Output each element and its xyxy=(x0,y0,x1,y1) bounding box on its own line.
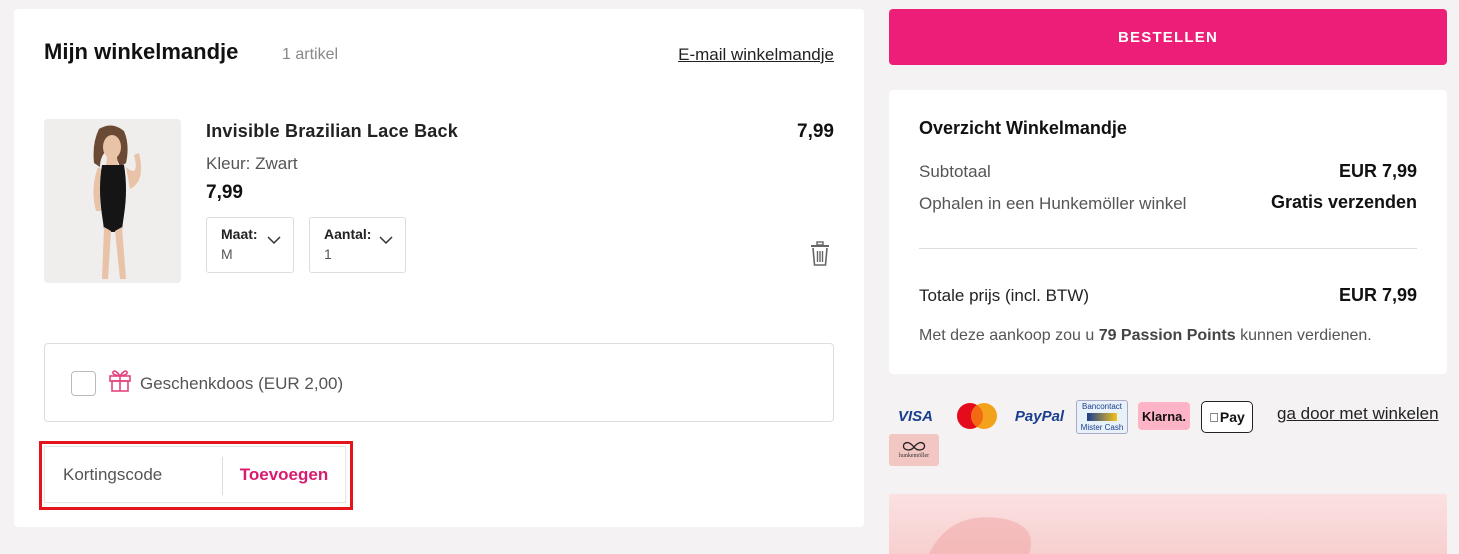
size-select[interactable]: Maat: M xyxy=(206,217,294,273)
size-value: M xyxy=(221,246,233,262)
total-value: EUR 7,99 xyxy=(1338,285,1417,305)
cart-summary-panel: Overzicht Winkelmandje Subtotaal EUR 7,9… xyxy=(889,90,1447,374)
klarna-logo: Klarna. xyxy=(1138,402,1190,430)
discount-code-form: Toevoegen xyxy=(44,446,346,503)
chevron-down-icon xyxy=(379,236,393,245)
gift-box-option: Geschenkdoos (EUR 2,00) xyxy=(44,343,834,422)
mastercard-logo xyxy=(952,400,1002,432)
order-button[interactable]: BESTELLEN xyxy=(889,9,1447,65)
promo-banner xyxy=(889,494,1447,554)
product-price: 7,99 xyxy=(206,182,243,203)
add-discount-button[interactable]: Toevoegen xyxy=(223,447,345,502)
passion-points: 79 Passion Points xyxy=(1098,327,1236,344)
pickup-label: Ophalen in een Hunkemöller winkel xyxy=(919,194,1187,213)
pickup-value: Gratis verzenden xyxy=(1270,192,1417,212)
chevron-down-icon xyxy=(267,236,281,245)
cart-panel: Mijn winkelmandje 1 artikel E-mail winke… xyxy=(14,9,864,527)
summary-title: Overzicht Winkelmandje xyxy=(919,118,1127,138)
quantity-value: 1 xyxy=(324,246,332,262)
gift-icon xyxy=(109,370,131,392)
product-image[interactable] xyxy=(44,119,181,283)
product-color: Kleur: Zwart xyxy=(206,154,298,173)
subtotal-label: Subtotaal xyxy=(919,162,991,181)
divider xyxy=(919,248,1417,249)
gift-checkbox[interactable] xyxy=(71,371,96,396)
passion-points-text: Met deze aankoop zou u 79 Passion Points… xyxy=(919,327,1372,344)
hunkemoller-logo: hunkemöller xyxy=(889,434,939,466)
subtotal-value: EUR 7,99 xyxy=(1338,161,1417,181)
line-total: 7,99 xyxy=(797,121,834,142)
discount-code-input[interactable] xyxy=(45,447,221,502)
paypal-logo: PayPal xyxy=(1014,407,1065,425)
item-count: 1 artikel xyxy=(282,46,339,63)
apple-pay-logo: Pay xyxy=(1201,401,1253,433)
trash-icon[interactable] xyxy=(810,241,830,267)
continue-shopping-link[interactable]: ga door met winkelen xyxy=(1277,404,1439,424)
product-name[interactable]: Invisible Brazilian Lace Back xyxy=(206,121,458,142)
bancontact-logo: Bancontact Mister Cash xyxy=(1076,400,1128,434)
email-cart-link[interactable]: E-mail winkelmandje xyxy=(678,45,834,65)
quantity-select[interactable]: Aantal: 1 xyxy=(309,217,406,273)
visa-logo: VISA xyxy=(897,407,933,425)
size-label: Maat: xyxy=(221,226,258,242)
gift-label: Geschenkdoos (EUR 2,00) xyxy=(140,374,344,393)
quantity-label: Aantal: xyxy=(324,226,372,242)
page-title: Mijn winkelmandje xyxy=(44,39,239,64)
total-label: Totale prijs (incl. BTW) xyxy=(919,286,1090,305)
